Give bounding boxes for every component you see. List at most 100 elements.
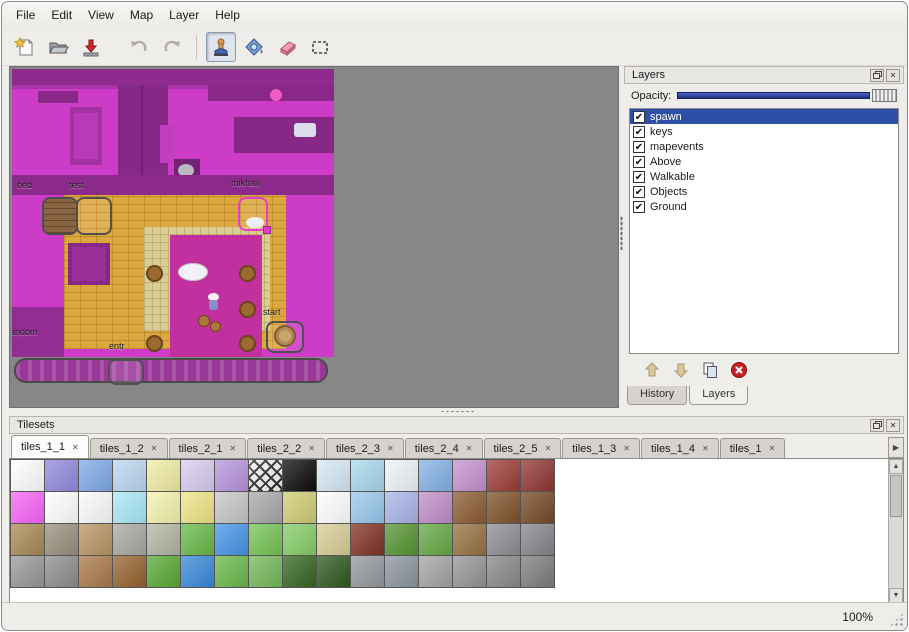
tile[interactable]	[317, 524, 350, 555]
tileset-view[interactable]: ▲ ▼	[9, 458, 904, 604]
tab-close-icon[interactable]: ✕	[545, 444, 552, 453]
tile[interactable]	[487, 492, 520, 523]
horizontal-splitter[interactable]	[9, 408, 904, 416]
tile[interactable]	[113, 524, 146, 555]
tile[interactable]	[45, 460, 78, 491]
tile[interactable]	[351, 524, 384, 555]
layer-visibility-checkbox[interactable]: ✔	[633, 156, 645, 168]
close-dock-button[interactable]: ✕	[886, 69, 900, 82]
map-object-mikhail[interactable]	[238, 197, 268, 231]
menu-item-file[interactable]: File	[8, 5, 43, 25]
map-object-start[interactable]	[266, 321, 304, 353]
menu-item-help[interactable]: Help	[207, 5, 248, 25]
layer-row-Walkable[interactable]: ✔Walkable	[630, 169, 898, 184]
tileset-tab-tiles_1_2[interactable]: tiles_1_2✕	[90, 438, 168, 458]
stamp-tool-button[interactable]	[206, 32, 236, 62]
tile[interactable]	[113, 556, 146, 587]
scroll-down-button[interactable]: ▼	[889, 588, 903, 603]
tile[interactable]	[249, 460, 282, 491]
tile[interactable]	[419, 524, 452, 555]
duplicate-layer-button[interactable]	[700, 360, 720, 383]
tile[interactable]	[521, 524, 554, 555]
open-button[interactable]	[43, 32, 73, 62]
opacity-slider-handle[interactable]	[872, 89, 897, 102]
tile[interactable]	[453, 556, 486, 587]
tile[interactable]	[147, 524, 180, 555]
redo-button[interactable]	[157, 32, 187, 62]
scroll-up-button[interactable]: ▲	[889, 459, 903, 474]
tile[interactable]	[283, 524, 316, 555]
tile[interactable]	[11, 556, 44, 587]
float-dock-button[interactable]	[870, 69, 884, 82]
tileset-tab-tiles_1_4[interactable]: tiles_1_4✕	[641, 438, 719, 458]
tile[interactable]	[521, 460, 554, 491]
tab-close-icon[interactable]: ✕	[308, 444, 315, 453]
tile[interactable]	[385, 492, 418, 523]
layer-row-Objects[interactable]: ✔Objects	[630, 184, 898, 199]
tile[interactable]	[419, 492, 452, 523]
tile[interactable]	[147, 492, 180, 523]
tile[interactable]	[453, 524, 486, 555]
tileset-tab-tiles_1_3[interactable]: tiles_1_3✕	[562, 438, 640, 458]
map-object-test[interactable]	[76, 197, 112, 235]
tile[interactable]	[351, 492, 384, 523]
tileset-tab-tiles_1_1[interactable]: tiles_1_1✕	[11, 435, 89, 458]
tile[interactable]	[181, 460, 214, 491]
menu-item-map[interactable]: Map	[122, 5, 161, 25]
layer-visibility-checkbox[interactable]: ✔	[633, 186, 645, 198]
tab-close-icon[interactable]: ✕	[769, 444, 776, 453]
tab-close-icon[interactable]: ✕	[623, 444, 630, 453]
opacity-slider[interactable]	[677, 88, 897, 103]
tile[interactable]	[215, 492, 248, 523]
tileset-tab-tiles_2_1[interactable]: tiles_2_1✕	[169, 438, 247, 458]
scroll-thumb[interactable]	[890, 475, 902, 517]
tile[interactable]	[11, 524, 44, 555]
tile[interactable]	[317, 460, 350, 491]
tile[interactable]	[453, 460, 486, 491]
tile[interactable]	[487, 556, 520, 587]
close-dock-button[interactable]: ✕	[886, 419, 900, 432]
tile[interactable]	[79, 460, 112, 491]
menu-item-view[interactable]: View	[80, 5, 122, 25]
layer-row-keys[interactable]: ✔keys	[630, 124, 898, 139]
layer-visibility-checkbox[interactable]: ✔	[633, 141, 645, 153]
tileset-tab-tiles_2_4[interactable]: tiles_2_4✕	[405, 438, 483, 458]
tile[interactable]	[283, 460, 316, 491]
tile[interactable]	[385, 556, 418, 587]
map[interactable]: bedtestmikhailstartandomentr	[12, 69, 334, 389]
select-tool-button[interactable]	[305, 32, 335, 62]
tile[interactable]	[45, 556, 78, 587]
tileset-tab-tiles_2_5[interactable]: tiles_2_5✕	[484, 438, 562, 458]
tileset-tab-tiles_1[interactable]: tiles_1✕	[720, 438, 786, 458]
tab-layers[interactable]: Layers	[689, 386, 748, 405]
tile[interactable]	[453, 492, 486, 523]
tile[interactable]	[487, 524, 520, 555]
tileset-tab-tiles_2_2[interactable]: tiles_2_2✕	[247, 438, 325, 458]
tab-close-icon[interactable]: ✕	[72, 443, 79, 452]
menu-item-edit[interactable]: Edit	[43, 5, 80, 25]
tile[interactable]	[249, 524, 282, 555]
tile[interactable]	[351, 556, 384, 587]
save-button[interactable]	[76, 32, 106, 62]
layer-row-Above[interactable]: ✔Above	[630, 154, 898, 169]
tile[interactable]	[215, 556, 248, 587]
layer-row-spawn[interactable]: ✔spawn	[630, 109, 898, 124]
menu-item-layer[interactable]: Layer	[161, 5, 207, 25]
tileset-scrollbar[interactable]: ▲ ▼	[888, 459, 903, 603]
tile[interactable]	[215, 524, 248, 555]
new-button[interactable]	[10, 32, 40, 62]
tab-close-icon[interactable]: ✕	[466, 444, 473, 453]
undo-button[interactable]	[124, 32, 154, 62]
tile[interactable]	[11, 492, 44, 523]
tab-close-icon[interactable]: ✕	[387, 444, 394, 453]
tile[interactable]	[79, 524, 112, 555]
raise-layer-button[interactable]	[642, 360, 662, 383]
tab-history[interactable]: History	[627, 386, 687, 405]
tile[interactable]	[487, 460, 520, 491]
eraser-tool-button[interactable]	[272, 32, 302, 62]
opacity-slider-track[interactable]	[677, 92, 870, 99]
layer-visibility-checkbox[interactable]: ✔	[633, 111, 645, 123]
tile[interactable]	[283, 556, 316, 587]
tile[interactable]	[113, 492, 146, 523]
fill-tool-button[interactable]	[239, 32, 269, 62]
